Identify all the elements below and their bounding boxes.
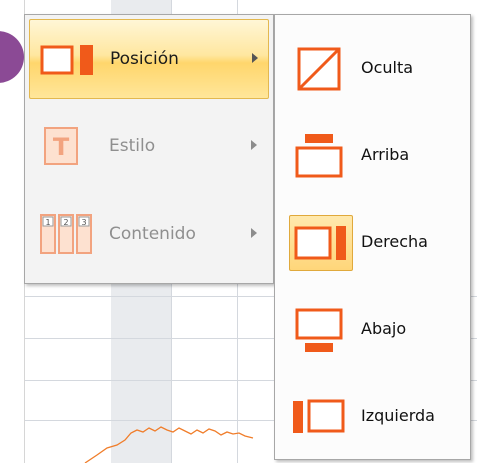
- submenu-item-hidden[interactable]: Oculta: [279, 29, 466, 109]
- position-submenu: Oculta Arriba Derecha Abajo Izquierda: [274, 14, 471, 460]
- menu-item-style[interactable]: T Estilo: [29, 107, 269, 187]
- style-letter: T: [53, 133, 70, 161]
- menu-item-label: Contenido: [109, 224, 196, 244]
- text-style-icon: T: [44, 127, 78, 165]
- menu-item-content[interactable]: 1 2 3 Contenido: [29, 195, 269, 275]
- submenu-item-label: Arriba: [361, 145, 410, 164]
- submenu-item-top[interactable]: Arriba: [279, 116, 466, 196]
- legend-right-svg: [294, 226, 346, 260]
- content-digit: 1: [45, 218, 50, 227]
- menu-item-position[interactable]: Posición: [29, 19, 269, 99]
- submenu-item-bottom[interactable]: Abajo: [279, 290, 466, 370]
- legend-hidden-svg: [297, 47, 341, 91]
- chevron-right-icon: [251, 140, 257, 150]
- legend-right-icon: [289, 215, 353, 271]
- submenu-item-left[interactable]: Izquierda: [279, 377, 466, 457]
- menu-item-label: Posición: [110, 49, 179, 69]
- legend-bottom-icon: [289, 302, 353, 358]
- submenu-item-label: Oculta: [361, 58, 414, 77]
- legend-content-icon: 1 2 3: [40, 214, 92, 254]
- legend-menu: Posición T Estilo 1 2 3 Contenido: [24, 14, 274, 284]
- submenu-item-right[interactable]: Derecha: [279, 203, 466, 283]
- submenu-item-label: Abajo: [361, 319, 407, 338]
- legend-left-icon: [289, 389, 353, 445]
- content-digit: 3: [81, 218, 86, 227]
- menu-item-label: Estilo: [109, 136, 156, 156]
- legend-position-icon: [40, 45, 93, 75]
- chevron-right-icon: [252, 53, 258, 63]
- submenu-item-label: Izquierda: [361, 406, 435, 425]
- legend-top-icon: [289, 128, 353, 184]
- step-badge: [0, 31, 24, 83]
- legend-left-svg: [293, 399, 345, 433]
- legend-hidden-icon: [289, 41, 353, 97]
- content-digit: 2: [63, 218, 68, 227]
- submenu-item-label: Derecha: [361, 232, 428, 251]
- legend-bottom-svg: [295, 308, 343, 352]
- legend-top-svg: [295, 134, 343, 178]
- chevron-right-icon: [251, 228, 257, 238]
